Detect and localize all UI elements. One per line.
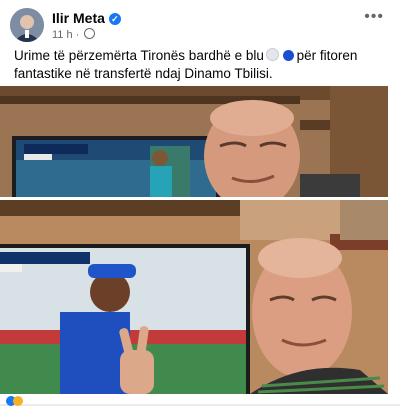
author-name[interactable]: Ilir Meta — [52, 10, 105, 26]
post-text: Urime të përzemërta Tironës bardhë e blu… — [14, 47, 390, 83]
facebook-post-card: Ilir Meta ✓ 11 h · ••• Urime të përzemërt… — [0, 0, 400, 406]
post-text-part1: Urime të përzemërta Tironës bardhë e blu — [14, 48, 264, 63]
blue-circle-emoji — [282, 50, 294, 61]
post-photo-2[interactable] — [0, 200, 388, 394]
care-reaction-icon — [13, 396, 23, 406]
meta-separator: · — [75, 29, 80, 41]
author-avatar[interactable] — [10, 8, 44, 42]
photo-1-image — [0, 86, 388, 197]
verified-badge-icon: ✓ — [108, 13, 121, 25]
post-header: Ilir Meta ✓ 11 h · ••• — [10, 8, 390, 44]
post-meta: 11 h · — [52, 28, 96, 41]
post-time[interactable]: 11 h — [52, 29, 73, 41]
reactions-summary[interactable] — [6, 396, 26, 406]
post-photo-1[interactable] — [0, 86, 388, 197]
white-circle-emoji — [265, 48, 279, 61]
photo-2-image — [0, 200, 388, 394]
more-options-icon[interactable]: ••• — [364, 8, 384, 26]
author-name-row: Ilir Meta ✓ — [52, 10, 121, 26]
globe-icon — [84, 28, 96, 39]
avatar-image — [10, 8, 44, 42]
